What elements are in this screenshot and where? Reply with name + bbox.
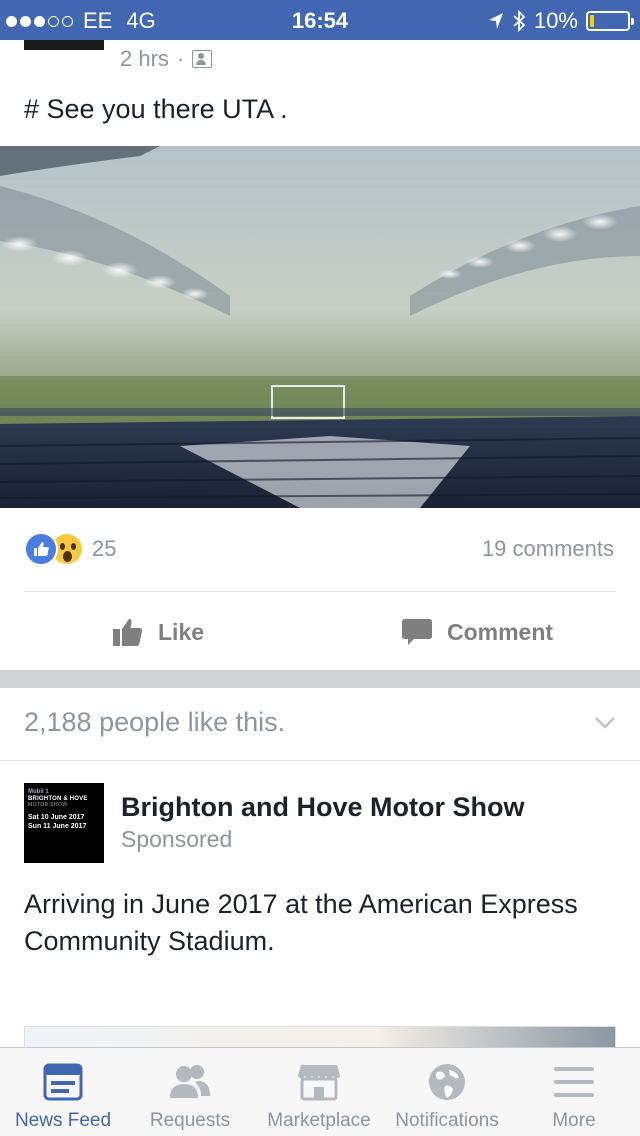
post-meta: 2 hrs · (120, 46, 213, 72)
tab-label: News Feed (14, 1110, 112, 1131)
bluetooth-icon (513, 9, 526, 33)
location-arrow-icon (488, 13, 503, 29)
tab-bar: News Feed Requests Marketplace Notificat… (0, 1047, 640, 1136)
logo-date-2: Sun 11 June 2017 (28, 823, 87, 830)
chevron-down-icon[interactable] (594, 711, 616, 733)
reactions-count: 25 (92, 536, 117, 561)
comment-bubble-icon (402, 619, 432, 645)
comment-label: Comment (447, 618, 554, 645)
logo-date-1: Sat 10 June 2017 (28, 814, 85, 821)
marketplace-icon (297, 1062, 341, 1102)
advertiser-logo[interactable]: Mobil 1 BRIGHTON & HOVE MOTOR SHOW Sat 1… (24, 783, 104, 863)
meta-separator: · (176, 46, 185, 71)
tab-label: Marketplace (267, 1110, 371, 1131)
ad-text: Arriving in June 2017 at the American Ex… (24, 889, 578, 956)
advertiser-name[interactable]: Brighton and Hove Motor Show (121, 792, 524, 823)
tab-notifications[interactable]: Notifications (386, 1048, 508, 1136)
tab-label: Notifications (395, 1110, 499, 1131)
logo-brand: Mobil 1 (28, 789, 49, 795)
news-feed-icon (41, 1062, 85, 1102)
menu-icon (552, 1062, 596, 1102)
like-button[interactable]: Like (112, 612, 204, 652)
post-photo[interactable] (0, 146, 640, 508)
like-label: Like (158, 618, 205, 645)
comment-button[interactable]: Comment (401, 612, 553, 652)
status-right: 10% (488, 8, 634, 34)
battery-icon (586, 11, 634, 31)
tab-marketplace[interactable]: Marketplace (258, 1048, 380, 1136)
like-reaction-icon (24, 532, 58, 566)
friends-audience-icon[interactable] (192, 50, 213, 68)
requests-icon (168, 1062, 212, 1102)
battery-percent: 10% (533, 8, 578, 33)
author-avatar[interactable] (24, 40, 104, 50)
tab-label: Requests (149, 1110, 231, 1131)
post-text: # See you there UTA . (24, 94, 288, 124)
feed-separator (0, 670, 640, 688)
post-time[interactable]: 2 hrs (120, 46, 169, 72)
stadium-photo-illustration (0, 146, 640, 508)
thumbs-up-icon (113, 619, 143, 646)
tab-requests[interactable]: Requests (140, 1048, 240, 1136)
reactions-summary[interactable]: 25 (24, 532, 116, 566)
sponsored-label: Sponsored (121, 826, 233, 852)
globe-icon (425, 1062, 469, 1102)
tab-news-feed[interactable]: News Feed (8, 1048, 118, 1136)
tab-more[interactable]: More (530, 1048, 618, 1136)
ad-divider (0, 760, 640, 761)
actions-divider (24, 591, 616, 592)
status-bar: EE 4G 16:54 10% (0, 0, 640, 40)
logo-subtitle: MOTOR SHOW (28, 802, 68, 808)
comments-count-link[interactable]: 19 comments (482, 536, 614, 562)
page-likes-text: 2,188 people like this. (24, 707, 286, 737)
tab-label: More (552, 1110, 596, 1131)
